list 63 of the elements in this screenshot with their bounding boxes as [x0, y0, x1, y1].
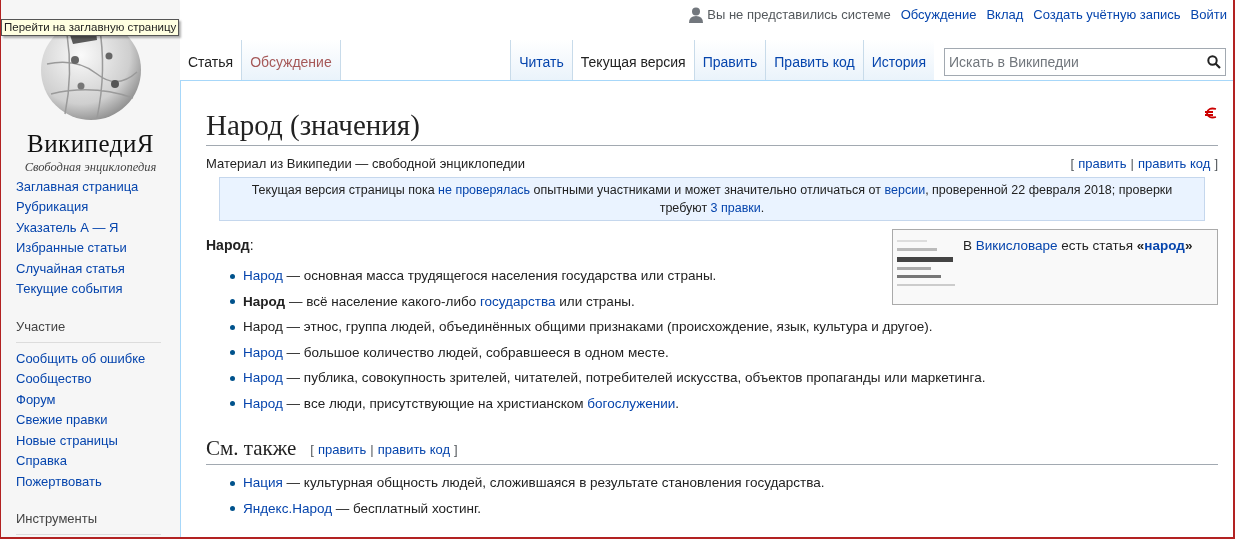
bracket-mark: ] — [1214, 155, 1218, 173]
page-title: Народ (значения) — [206, 108, 420, 143]
list-item-text: Народ — всё население какого-либо государства или страны. — [243, 292, 635, 311]
user-icon — [689, 6, 704, 23]
sidebar-link[interactable]: Заглавная страница — [16, 176, 139, 198]
view-tab[interactable]: Читать — [510, 40, 572, 80]
sidebar-link[interactable]: Сообщить об ошибке — [16, 348, 146, 370]
sidebar-link[interactable]: Случайная статья — [16, 258, 125, 280]
list-item-text: Народ — публика, совокупность зрителей, читателей, потребителей искусства, объектов пропаганды или маркетинга. — [243, 369, 986, 388]
bracket-mark: [ — [1070, 155, 1075, 173]
bullet-icon — [230, 350, 235, 356]
edit-link[interactable]: править — [1078, 154, 1127, 174]
sidebar-link[interactable]: Сообщество — [16, 369, 92, 390]
list-item-text: Нация — культурная общность людей, сложившаяся в результате становления государства. — [243, 474, 825, 493]
bullet-icon — [230, 324, 235, 330]
site-tagline: Материал из Википедии — свободной энциклопедии — [206, 155, 526, 173]
list-item-text: Яндекс.Народ — бесплатный хостинг. — [243, 499, 481, 518]
personal-link[interactable]: Обсуждение — [900, 5, 977, 25]
edit-link[interactable]: править код — [1138, 154, 1211, 174]
personal-link[interactable]: Вклад — [986, 5, 1024, 25]
sidebar-link[interactable]: Текущие события — [16, 279, 123, 300]
bullet-icon — [230, 375, 235, 381]
review-notice: Текущая версия страницы пока не проверялась опытными участниками и может значительно отличаться от версии, проверенной 22 февраля 2018; проверки требуют 3 правки. — [219, 176, 1205, 221]
section-heading: См. также — [206, 434, 297, 461]
wiktionary-note: В Викисловаре есть статья «народ» — [963, 236, 1193, 255]
login-status: Вы не представились системе — [707, 6, 891, 24]
sidebar-link[interactable]: Указатель А — Я — [16, 217, 119, 239]
bullet-icon — [230, 480, 235, 486]
edit-link[interactable]: править — [317, 440, 367, 460]
list-item-text: Народ — все люди, присутствующие на христианском богослужении. — [243, 394, 680, 413]
edit-link[interactable]: править код — [377, 440, 451, 460]
search-icon[interactable] — [1207, 55, 1221, 69]
sidebar-link[interactable]: Форум — [16, 389, 56, 411]
portal-heading: Инструменты — [16, 511, 98, 527]
list-item-text: Народ — основная масса трудящегося населения государства или страны. — [243, 267, 717, 286]
separator-mark: | — [1130, 155, 1134, 173]
bullet-icon — [230, 299, 235, 305]
namespace-tab[interactable]: Обсуждение — [242, 40, 341, 80]
list-item-text: Народ — большое количество людей, собравшееся в одном месте. — [243, 343, 669, 362]
list-item-text: Народ — этнос, группа людей, объединённых общими признаками (происхождение, язык, культура и другое). — [243, 318, 933, 337]
bullet-icon — [230, 273, 235, 279]
separator-mark: | — [370, 441, 374, 459]
portal-heading: Участие — [16, 318, 66, 334]
view-tab[interactable]: Править — [693, 40, 766, 80]
bullet-icon — [230, 506, 235, 512]
bracket-mark: ] — [454, 441, 458, 459]
tagline: Свободная энциклопедия — [24, 159, 157, 176]
intro-text: Народ: — [206, 236, 254, 253]
bracket-mark: [ — [310, 441, 314, 459]
sidebar-link[interactable]: Избранные статьи — [16, 238, 127, 259]
personal-link[interactable]: Войти — [1190, 5, 1227, 25]
sidebar-link[interactable]: Справка — [16, 451, 67, 472]
personal-link[interactable]: Создать учётную запись — [1033, 5, 1181, 25]
search-field[interactable]: Искать в Википедии — [944, 48, 1226, 76]
view-tab[interactable]: Править код — [765, 40, 863, 80]
sidebar-link[interactable]: Пожертвовать — [16, 471, 102, 493]
view-tab[interactable]: История — [862, 40, 934, 80]
tooltip: Перейти на заглавную страницу — [1, 19, 180, 36]
sidebar-link[interactable]: Новые страницы — [16, 430, 118, 452]
sidebar-link[interactable]: Рубрикация — [16, 197, 89, 218]
wordmark[interactable]: ВикипедиЯ — [27, 130, 154, 158]
bullet-icon — [230, 401, 235, 407]
sidebar-link[interactable]: Свежие правки — [16, 410, 108, 431]
